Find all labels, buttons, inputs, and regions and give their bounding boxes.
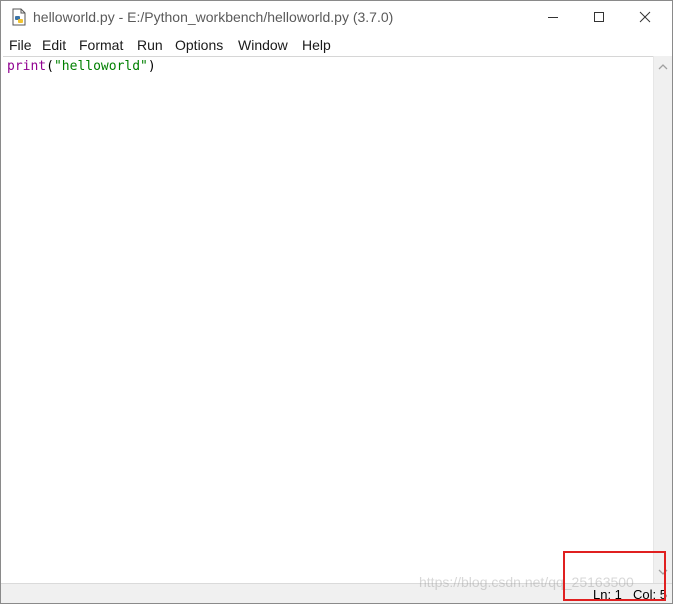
- open-paren: (: [46, 59, 54, 74]
- menu-format[interactable]: Format: [79, 37, 123, 53]
- vertical-scrollbar[interactable]: [653, 56, 672, 583]
- menu-edit[interactable]: Edit: [42, 37, 66, 53]
- window-title: helloworld.py - E:/Python_workbench/hell…: [33, 9, 394, 25]
- code-line-1[interactable]: print("helloworld"): [7, 59, 156, 74]
- menu-options[interactable]: Options: [175, 37, 223, 53]
- annotation-highlight-box: [563, 551, 666, 601]
- close-icon: [639, 11, 651, 23]
- menu-file[interactable]: File: [9, 37, 32, 53]
- close-button[interactable]: [622, 1, 668, 33]
- menu-window[interactable]: Window: [238, 37, 288, 53]
- close-paren: ): [147, 59, 156, 74]
- code-editor[interactable]: print("helloworld"): [3, 56, 653, 584]
- menu-help[interactable]: Help: [302, 37, 331, 53]
- chevron-up-icon: [658, 64, 668, 70]
- maximize-button[interactable]: [576, 1, 622, 33]
- idle-editor-window: helloworld.py - E:/Python_workbench/hell…: [0, 0, 673, 604]
- string-literal: "helloworld": [53, 59, 148, 74]
- title-bar[interactable]: helloworld.py - E:/Python_workbench/hell…: [1, 1, 672, 33]
- menu-bar: File Edit Format Run Options Window Help: [1, 33, 672, 55]
- builtin-print: print: [7, 59, 47, 74]
- python-file-icon: [12, 8, 26, 26]
- maximize-icon: [594, 12, 604, 22]
- menu-run[interactable]: Run: [137, 37, 163, 53]
- minimize-icon: [548, 17, 558, 18]
- minimize-button[interactable]: [530, 1, 576, 33]
- scroll-up-button[interactable]: [654, 58, 672, 76]
